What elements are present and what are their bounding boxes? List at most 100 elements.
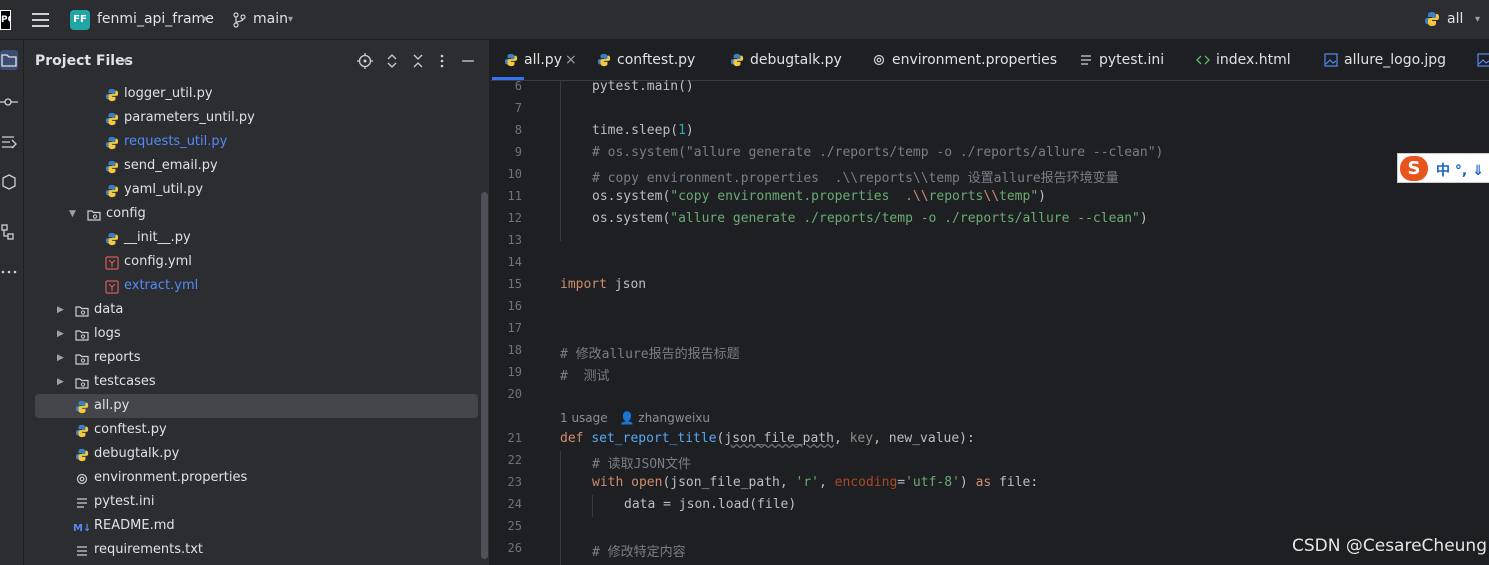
tree-file[interactable]: config.yml: [35, 250, 478, 274]
chevron-right-icon[interactable]: ▶: [57, 370, 64, 394]
yaml-icon: [105, 279, 119, 294]
tree-file[interactable]: pytest.ini: [35, 490, 478, 514]
hide-panel-icon[interactable]: [461, 53, 475, 69]
folder-icon[interactable]: [0, 50, 18, 70]
tree-folder[interactable]: ▶ logs: [35, 322, 478, 346]
tree-file[interactable]: environment.properties: [35, 466, 478, 490]
line-number: 24: [507, 497, 522, 511]
author-name[interactable]: zhangweixu: [638, 411, 710, 425]
title-bar: PC FF fenmi_api_frame ▾ main ▾ all ▾: [0, 0, 1489, 40]
tree-file[interactable]: __init__.py: [35, 226, 478, 250]
project-badge[interactable]: FF: [70, 10, 90, 30]
tree-item-label: parameters_until.py: [124, 110, 255, 125]
tool-window-strip: [0, 40, 24, 565]
svg-text:M↓: M↓: [73, 523, 89, 534]
chevron-down-icon[interactable]: ▼: [69, 202, 76, 226]
code-line-21: def set_report_title(json_file_path, key…: [560, 431, 975, 446]
tree-file[interactable]: extract.yml: [35, 274, 478, 298]
ime-status-bar[interactable]: S 中 °, ⇓: [1397, 153, 1489, 183]
tree-file[interactable]: requests_util.py: [35, 130, 478, 154]
ime-mode[interactable]: 中 °, ⇓: [1436, 160, 1484, 180]
tree-file[interactable]: yaml_util.py: [35, 178, 478, 202]
line-number: 10: [507, 167, 522, 181]
tree-folder[interactable]: ▼ config: [35, 202, 478, 226]
code-line-10: # copy environment.properties .\\reports…: [592, 171, 1119, 186]
line-number: 26: [507, 541, 522, 555]
tree-file[interactable]: debugtalk.py: [35, 442, 478, 466]
tree-item-label: reports: [94, 350, 141, 365]
collapse-all-icon[interactable]: [411, 53, 425, 69]
expand-all-icon[interactable]: [385, 53, 399, 69]
line-number: 21: [507, 431, 522, 445]
locate-icon[interactable]: [357, 53, 373, 69]
structure-icon[interactable]: [0, 222, 18, 242]
code-line-19: # 测试: [560, 369, 610, 384]
project-name[interactable]: fenmi_api_frame: [97, 11, 214, 27]
code-vision-inlay[interactable]: 1 usage 👤 zhangweixu: [560, 411, 710, 425]
tree-file[interactable]: send_email.py: [35, 154, 478, 178]
python-icon: [75, 423, 89, 438]
chevron-down-icon[interactable]: ▾: [1475, 14, 1480, 25]
python-icon[interactable]: [1424, 11, 1440, 27]
tab-label: debugtalk.py: [750, 52, 842, 68]
indent-guide: [560, 81, 561, 241]
more-icon[interactable]: [0, 262, 18, 282]
tree-file[interactable]: conftest.py: [35, 418, 478, 442]
python-icon: [105, 135, 119, 150]
code-line-26: # 修改特定内容: [592, 545, 686, 560]
tree-item-label: debugtalk.py: [94, 446, 180, 461]
line-number: 23: [507, 475, 522, 489]
code-line-24: data = json.load(file): [624, 497, 797, 512]
tree-item-label: conftest.py: [94, 422, 167, 437]
chevron-down-icon[interactable]: ▾: [123, 56, 128, 67]
sogou-logo-icon[interactable]: S: [1400, 156, 1428, 181]
chevron-down-icon[interactable]: ▾: [288, 14, 293, 25]
line-number: 6: [514, 79, 522, 93]
commit-icon[interactable]: [0, 92, 18, 112]
branch-name[interactable]: main: [253, 11, 288, 27]
line-number: 18: [507, 343, 522, 357]
tab-label: environment.properties: [892, 52, 1058, 68]
pull-requests-icon[interactable]: [0, 132, 18, 152]
python-packages-icon[interactable]: [0, 172, 18, 192]
tab-label: all.py: [524, 52, 562, 68]
tree-file[interactable]: all.py: [35, 394, 478, 418]
scrollbar[interactable]: [481, 192, 488, 559]
chevron-down-icon[interactable]: ▾: [202, 14, 207, 25]
close-tab-icon[interactable]: ×: [565, 40, 577, 80]
line-number: 14: [507, 255, 522, 269]
tree-folder[interactable]: ▶ testcases: [35, 370, 478, 394]
tree-item-label: config: [106, 206, 146, 221]
chevron-right-icon[interactable]: ▶: [57, 346, 64, 370]
tree-file[interactable]: parameters_until.py: [35, 106, 478, 130]
text-file-icon: [75, 543, 89, 557]
python-icon: [105, 111, 119, 126]
tree-file[interactable]: requirements.txt: [35, 538, 478, 562]
line-number: 16: [507, 299, 522, 313]
tree-item-label: all.py: [94, 398, 130, 413]
usage-count[interactable]: 1 usage: [560, 411, 608, 425]
run-configuration[interactable]: all: [1447, 11, 1463, 27]
tree-folder[interactable]: ▶ reports: [35, 346, 478, 370]
options-icon[interactable]: [439, 53, 445, 69]
code-editor[interactable]: 6 7 8 9 10 11 12 13 14 15 16 17 18 19 20 21 22 23 24 25 26 p…: [490, 79, 1489, 565]
line-number: 22: [507, 453, 522, 467]
project-panel: Project Files ▾ logger_util.py parameters…: [24, 40, 490, 565]
folder-icon: [75, 303, 89, 317]
python-icon: [597, 53, 611, 67]
folder-icon: [75, 351, 89, 365]
line-number: 9: [514, 145, 522, 159]
tree-file[interactable]: M↓ README.md: [35, 514, 478, 538]
tree-file[interactable]: logger_util.py: [35, 82, 478, 106]
html-icon: [1196, 53, 1210, 67]
gear-icon: [872, 53, 886, 67]
chevron-right-icon[interactable]: ▶: [57, 322, 64, 346]
git-branch-icon[interactable]: [232, 12, 246, 28]
line-number: 20: [507, 387, 522, 401]
image-icon[interactable]: [1477, 40, 1489, 80]
chevron-right-icon[interactable]: ▶: [57, 298, 64, 322]
tree-folder[interactable]: ▶ data: [35, 298, 478, 322]
main-menu-icon[interactable]: [32, 13, 49, 27]
panel-title[interactable]: Project Files: [35, 53, 133, 69]
line-number: 11: [507, 189, 522, 203]
